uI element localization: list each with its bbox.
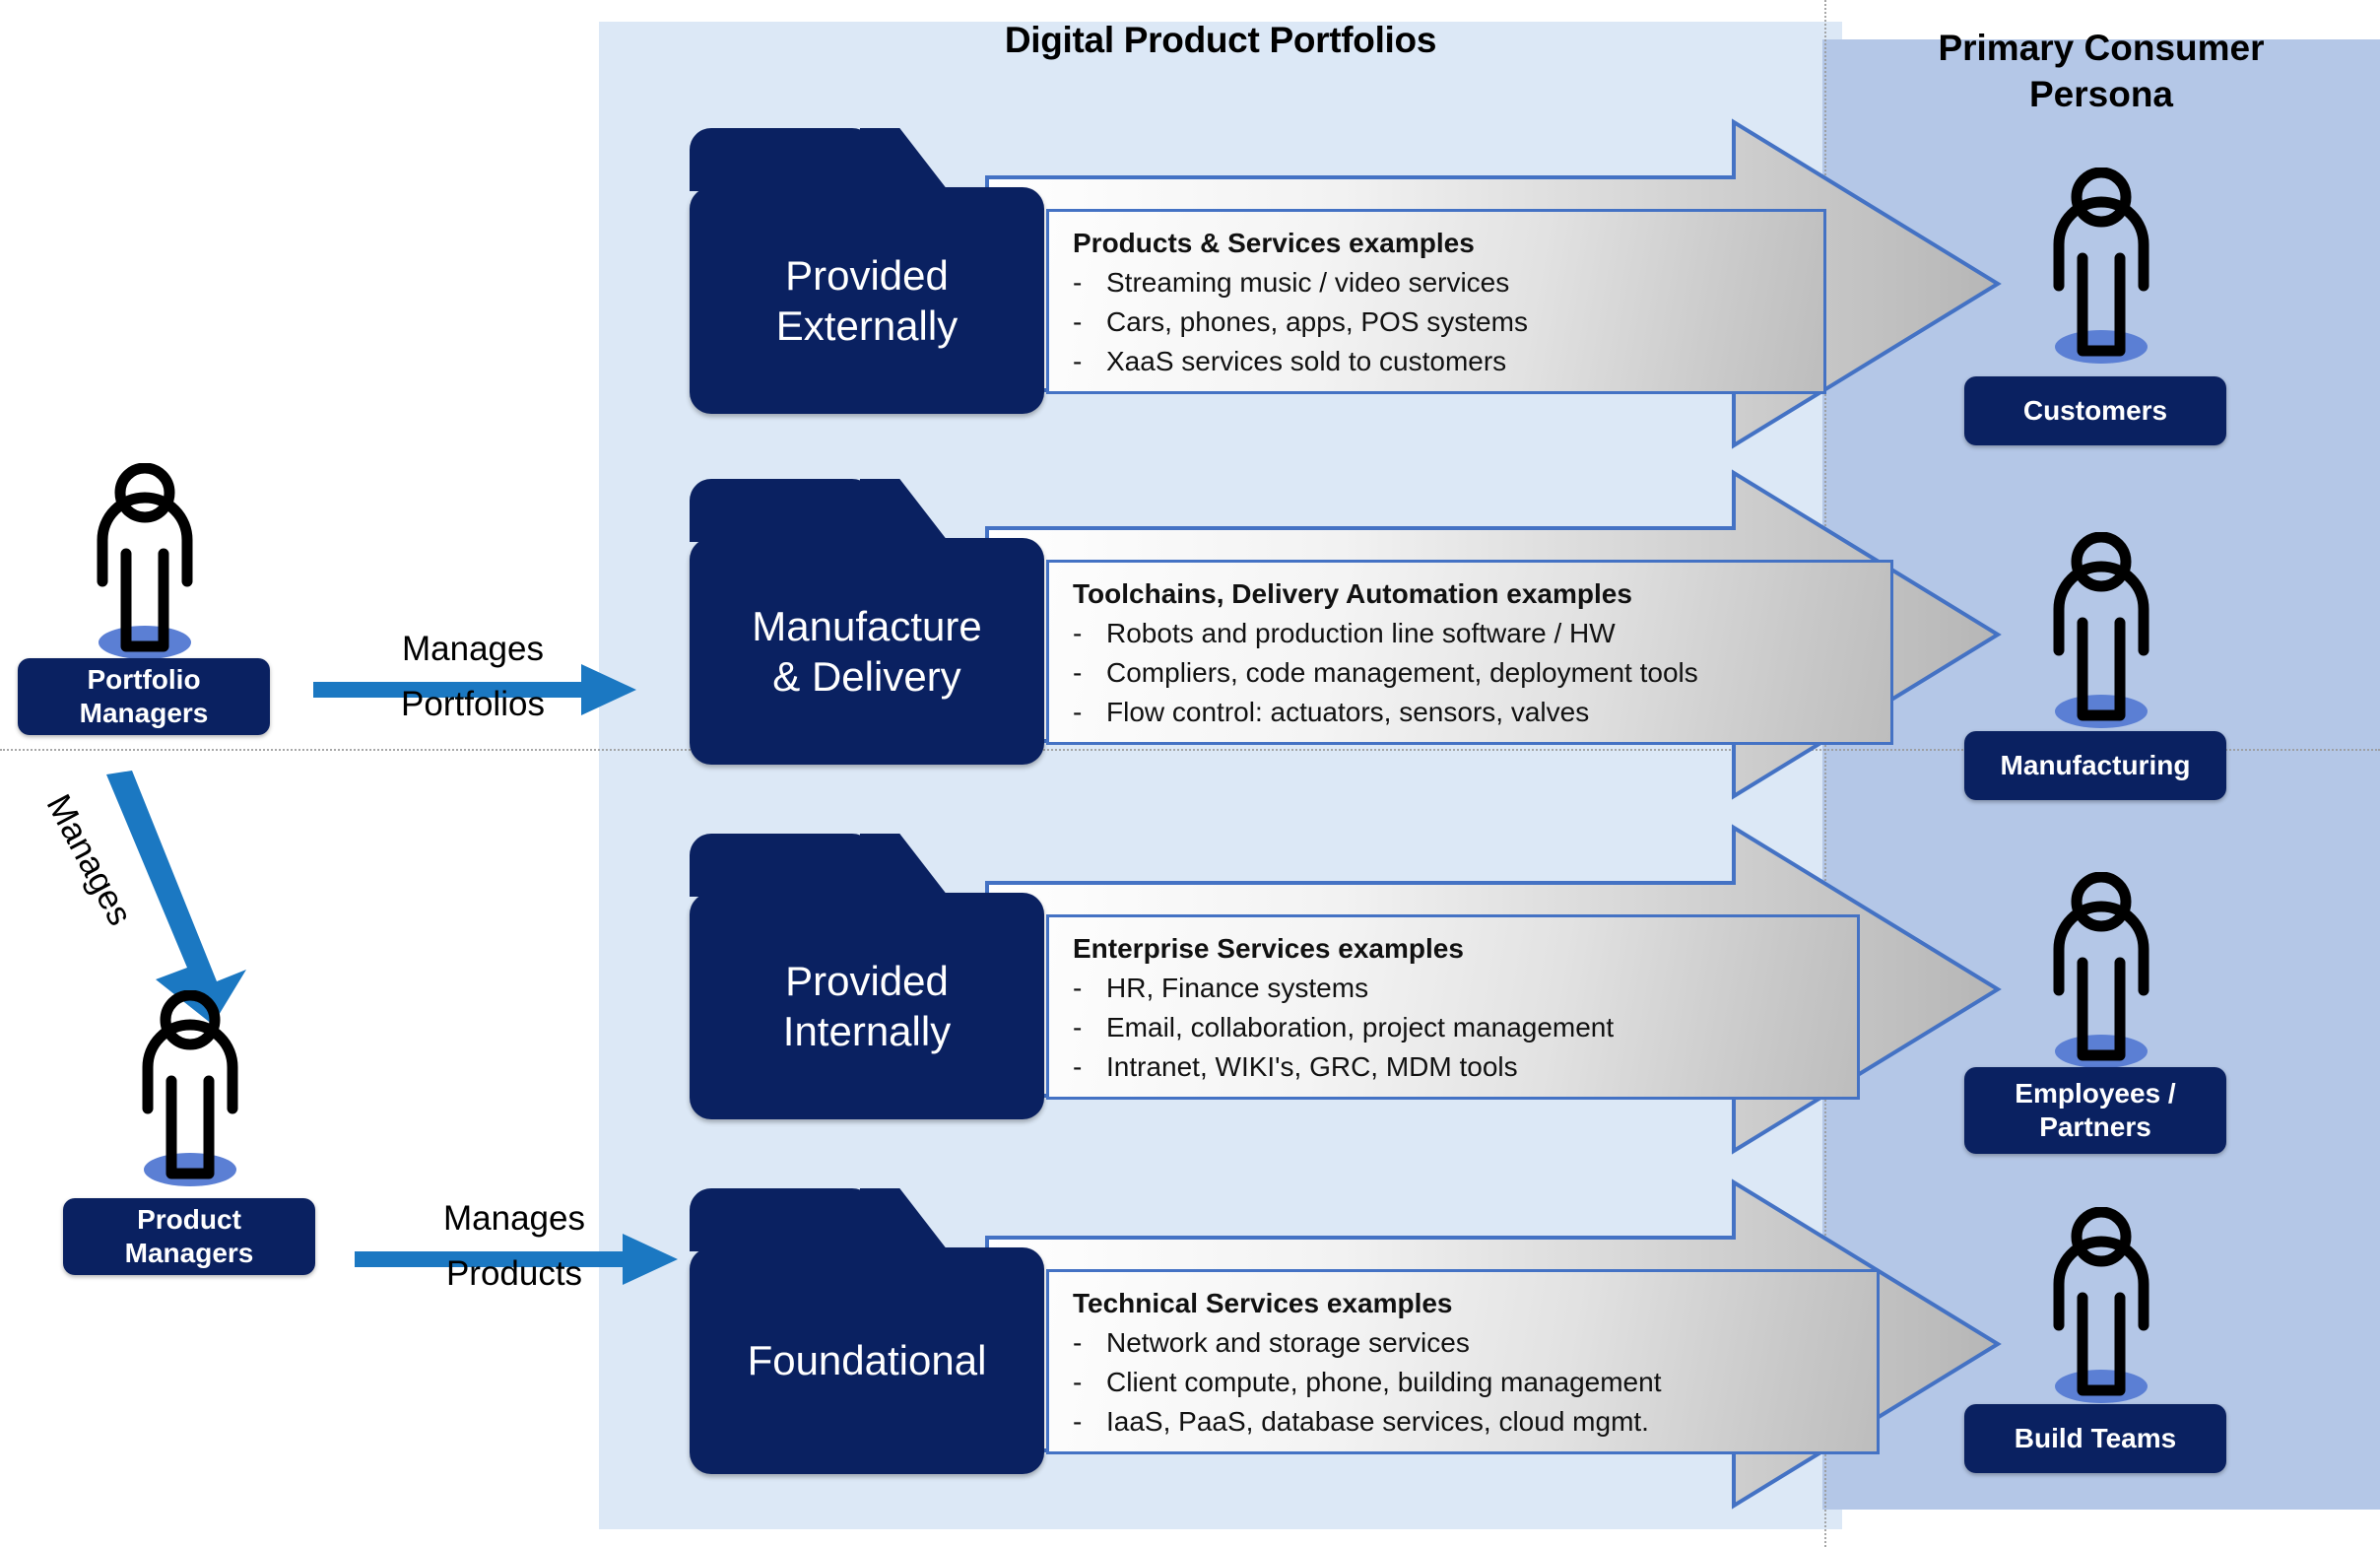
person-icon xyxy=(2039,1207,2163,1404)
folder-label-2-line2: & Delivery xyxy=(772,653,961,700)
pill-employees-partners[interactable]: Employees / Partners xyxy=(1964,1067,2226,1154)
folder-provided-externally[interactable]: Provided Externally xyxy=(690,128,1044,414)
list-item: - Email, collaboration, project managemen… xyxy=(1073,1008,1835,1047)
pill-portfolio-managers-line2: Managers xyxy=(79,698,209,728)
list-item: - Robots and production line software / H… xyxy=(1073,614,1869,653)
list-item: - Cars, phones, apps, POS systems xyxy=(1073,303,1802,342)
list-item: - HR, Finance systems xyxy=(1073,969,1835,1008)
examples-box-technical-services: Technical Services examples - Network and… xyxy=(1046,1269,1880,1454)
person-icon xyxy=(2039,872,2163,1069)
bullet-text: Cars, phones, apps, POS systems xyxy=(1106,305,1528,337)
persona-title-line1: Primary Consumer xyxy=(1938,28,2265,68)
folder-label-1-line2: Externally xyxy=(775,303,959,349)
manages-products-label: Manages Products xyxy=(366,1200,662,1293)
bullet-dash: - xyxy=(1073,1011,1083,1043)
bullet-text: Streaming music / video services xyxy=(1106,267,1510,298)
examples-list-1: - Streaming music / video services - Cars,… xyxy=(1073,263,1802,380)
list-item: - IaaS, PaaS, database services, cloud mg… xyxy=(1073,1402,1855,1442)
examples-list-3: - HR, Finance systems - Email, collaborati… xyxy=(1073,969,1835,1086)
pill-portfolio-managers-line1: Portfolio xyxy=(87,663,201,695)
bullet-dash: - xyxy=(1073,1050,1083,1082)
bullet-text: Intranet, WIKI's, GRC, MDM tools xyxy=(1106,1050,1518,1082)
pill-employees-partners-line2: Partners xyxy=(2039,1111,2151,1142)
folder-label-3-line1: Provided xyxy=(785,957,949,1004)
examples-title-1: Products & Services examples xyxy=(1073,228,1475,258)
list-item: - Flow control: actuators, sensors, valve… xyxy=(1073,693,1869,732)
pill-customers[interactable]: Customers xyxy=(1964,376,2226,445)
folder-tab-top xyxy=(690,479,875,542)
folder-label-4: Foundational xyxy=(730,1335,1005,1385)
pill-build-teams[interactable]: Build Teams xyxy=(1964,1404,2226,1473)
pill-customers-label: Customers xyxy=(2022,394,2168,426)
bullet-text: Email, collaboration, project management xyxy=(1106,1011,1615,1043)
manages-portfolios-label: Manages Portfolios xyxy=(325,631,621,723)
list-item: - Compliers, code management, deployment … xyxy=(1073,653,1869,693)
examples-title-2: Toolchains, Delivery Automation examples xyxy=(1073,578,1632,609)
bullet-dash: - xyxy=(1073,345,1083,376)
folder-tab-top xyxy=(690,1188,875,1251)
bullet-dash: - xyxy=(1073,305,1083,337)
person-icon xyxy=(83,463,207,660)
examples-box-enterprise-services: Enterprise Services examples - HR, Financ… xyxy=(1046,914,1860,1100)
examples-list-2: - Robots and production line software / H… xyxy=(1073,614,1869,731)
folder-tab-top xyxy=(690,128,875,191)
list-item: - Client compute, phone, building managem… xyxy=(1073,1363,1855,1402)
bullet-text: IaaS, PaaS, database services, cloud mgm… xyxy=(1106,1405,1649,1437)
folder-label-1-line1: Provided xyxy=(785,251,949,299)
folder-label-2: Manufacture & Delivery xyxy=(734,601,999,702)
folder-label-1: Provided Externally xyxy=(759,250,975,351)
folder-provided-internally[interactable]: Provided Internally xyxy=(690,834,1044,1119)
manages-products-line2: Products xyxy=(445,1253,583,1293)
examples-box-toolchains: Toolchains, Delivery Automation examples… xyxy=(1046,560,1893,745)
bullet-dash: - xyxy=(1073,656,1083,688)
page-title-persona: Primary Consumer Persona xyxy=(1822,25,2380,118)
pill-manufacturing[interactable]: Manufacturing xyxy=(1964,731,2226,800)
folder-manufacture-delivery[interactable]: Manufacture & Delivery xyxy=(690,479,1044,765)
folder-label-3: Provided Internally xyxy=(765,956,968,1056)
examples-box-products-services: Products & Services examples - Streaming … xyxy=(1046,209,1826,394)
person-icon xyxy=(128,990,252,1187)
list-item: - Intranet, WIKI's, GRC, MDM tools xyxy=(1073,1047,1835,1087)
bullet-dash: - xyxy=(1073,1405,1083,1437)
bullet-text: Robots and production line software / HW xyxy=(1106,618,1616,648)
manages-products-line1: Manages xyxy=(443,1199,585,1238)
list-item: - Network and storage services xyxy=(1073,1323,1855,1363)
bullet-text: HR, Finance systems xyxy=(1106,973,1369,1003)
examples-list-4: - Network and storage services - Client co… xyxy=(1073,1323,1855,1441)
bullet-text: Flow control: actuators, sensors, valves xyxy=(1106,696,1590,727)
pill-portfolio-managers[interactable]: Portfolio Managers xyxy=(18,658,270,735)
page-title-portfolios: Digital Product Portfolios xyxy=(1004,20,1437,60)
list-item: - Streaming music / video services xyxy=(1073,263,1802,303)
pill-product-managers-line1: Product xyxy=(137,1203,241,1235)
pill-build-teams-label: Build Teams xyxy=(2014,1422,2177,1453)
bullet-text: Compliers, code management, deployment t… xyxy=(1106,656,1698,688)
bullet-dash: - xyxy=(1073,696,1083,727)
folder-label-3-line2: Internally xyxy=(782,1008,952,1054)
person-icon xyxy=(2039,168,2163,365)
bullet-text: Client compute, phone, building manageme… xyxy=(1106,1366,1662,1397)
examples-title-3: Enterprise Services examples xyxy=(1073,933,1464,964)
bullet-text: Network and storage services xyxy=(1106,1327,1470,1358)
bullet-text: XaaS services sold to customers xyxy=(1106,345,1507,376)
bullet-dash: - xyxy=(1073,618,1083,648)
manages-portfolios-line1: Manages xyxy=(402,630,544,668)
bullet-dash: - xyxy=(1073,1327,1083,1358)
persona-title-line2: Persona xyxy=(2028,74,2173,115)
folder-tab-top xyxy=(690,834,875,897)
pill-employees-partners-line1: Employees / xyxy=(2015,1077,2176,1109)
pill-product-managers[interactable]: Product Managers xyxy=(63,1198,315,1275)
folder-label-2-line1: Manufacture xyxy=(752,602,982,649)
folder-label-4-line1: Foundational xyxy=(747,1337,987,1384)
bullet-dash: - xyxy=(1073,267,1083,298)
person-icon xyxy=(2039,532,2163,729)
list-item: - XaaS services sold to customers xyxy=(1073,342,1802,381)
examples-title-4: Technical Services examples xyxy=(1073,1288,1453,1318)
pill-manufacturing-label: Manufacturing xyxy=(2000,749,2191,780)
bullet-dash: - xyxy=(1073,973,1083,1003)
pill-product-managers-line2: Managers xyxy=(124,1238,254,1268)
manages-portfolios-line2: Portfolios xyxy=(401,684,545,723)
bullet-dash: - xyxy=(1073,1366,1083,1397)
folder-foundational[interactable]: Foundational xyxy=(690,1188,1044,1474)
